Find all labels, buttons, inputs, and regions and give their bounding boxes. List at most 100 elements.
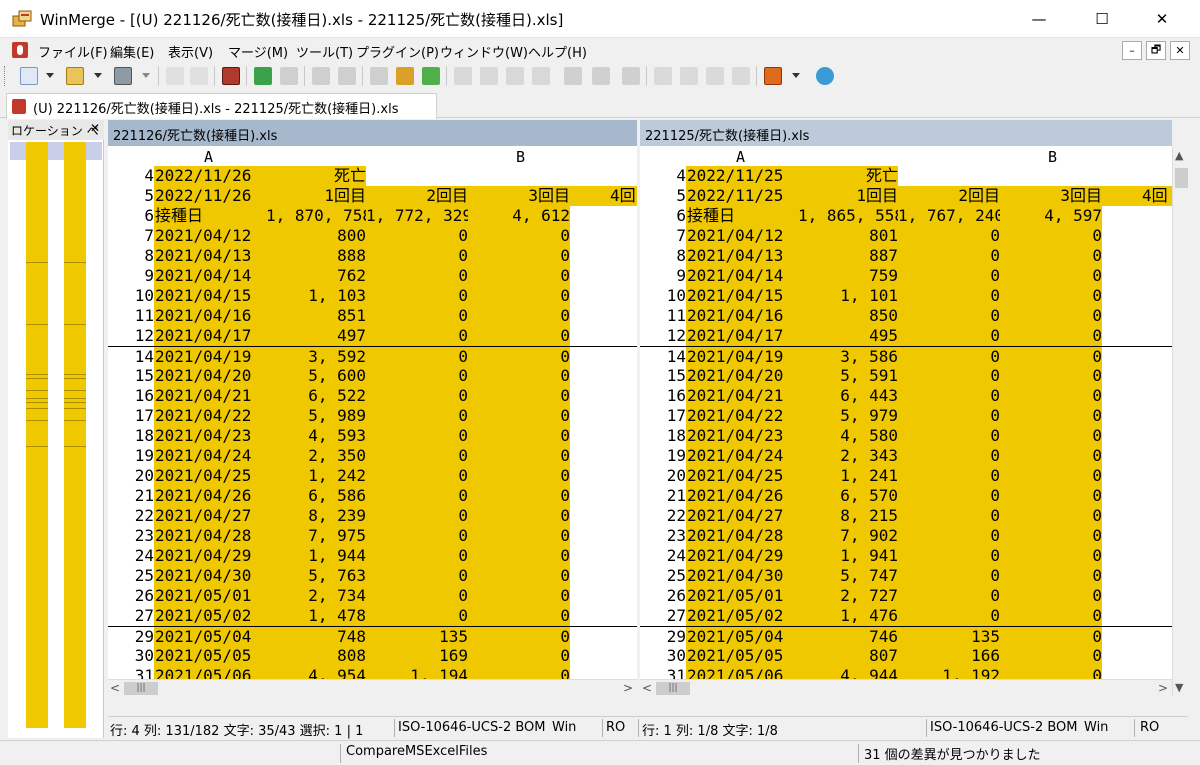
refresh-icon[interactable] (816, 67, 834, 85)
mdi-restore-button[interactable]: 🗗 (1146, 41, 1166, 60)
go-prev-icon[interactable] (680, 67, 698, 85)
table-row[interactable]: 8 2021/04/13 887 0 0 (640, 246, 1172, 266)
scroll-thumb[interactable]: ||| (124, 682, 158, 695)
document-system-menu-icon[interactable] (12, 42, 28, 58)
open-folder-icon[interactable] (66, 67, 84, 85)
go-first-icon[interactable] (654, 67, 672, 85)
table-row[interactable]: 17 2021/04/22 5, 989 0 0 (108, 406, 637, 426)
menu-plugins[interactable]: プラグイン(P) (356, 42, 439, 61)
filter-diff-icon[interactable] (222, 67, 240, 85)
scroll-left-arrow-icon[interactable]: < (110, 681, 120, 695)
table-row[interactable]: 4 2022/11/25 死亡 (640, 166, 1172, 186)
table-row[interactable]: 5 2022/11/25 1回目 2回目 3回目 4回 (640, 186, 1172, 206)
right-diff-pane[interactable]: 221125/死亡数(接種日).xls A B 4 2022/11/25 死亡 5 20… (640, 120, 1172, 696)
all-right-icon[interactable] (564, 67, 582, 85)
next-diff-icon[interactable] (254, 67, 272, 85)
go-last-icon[interactable] (732, 67, 750, 85)
save-icon[interactable] (114, 67, 132, 85)
right-horizontal-scrollbar[interactable]: < ||| > (640, 679, 1172, 696)
prev-conflict-icon[interactable] (422, 67, 440, 85)
location-pane-close-icon[interactable]: ✕ (90, 121, 100, 135)
table-row[interactable]: 10 2021/04/15 1, 103 0 0 (108, 286, 637, 306)
vertical-scroll-thumb[interactable] (1175, 168, 1188, 188)
table-row[interactable]: 21 2021/04/26 6, 570 0 0 (640, 486, 1172, 506)
vertical-scrollbar[interactable]: ▲ ▼ (1172, 146, 1189, 696)
copy-both-icon[interactable] (622, 67, 640, 85)
menu-edit[interactable]: 編集(E) (110, 42, 154, 61)
table-row[interactable]: 20 2021/04/25 1, 242 0 0 (108, 466, 637, 486)
mdi-close-button[interactable]: ✕ (1170, 41, 1190, 60)
mdi-minimize-button[interactable]: – (1122, 41, 1142, 60)
table-row[interactable]: 11 2021/04/16 851 0 0 (108, 306, 637, 326)
scroll-left-arrow-icon[interactable]: < (642, 681, 652, 695)
save-dropdown-arrow-icon[interactable] (142, 73, 150, 78)
table-row[interactable]: 20 2021/04/25 1, 241 0 0 (640, 466, 1172, 486)
close-button[interactable]: ✕ (1139, 0, 1185, 38)
menu-tools[interactable]: ツール(T) (296, 42, 353, 61)
scroll-right-arrow-icon[interactable]: > (1158, 681, 1168, 695)
table-row[interactable]: 26 2021/05/01 2, 734 0 0 (108, 586, 637, 606)
location-bar-left[interactable] (26, 142, 48, 728)
table-row[interactable]: 17 2021/04/22 5, 979 0 0 (640, 406, 1172, 426)
current-diff-icon[interactable] (370, 67, 388, 85)
table-row[interactable]: 30 2021/05/05 808 169 0 (108, 646, 637, 666)
copy-right-advance-icon[interactable] (506, 67, 524, 85)
table-row[interactable]: 9 2021/04/14 762 0 0 (108, 266, 637, 286)
table-row[interactable]: 7 2021/04/12 801 0 0 (640, 226, 1172, 246)
table-row[interactable]: 30 2021/05/05 807 166 0 (640, 646, 1172, 666)
table-row[interactable]: 23 2021/04/28 7, 975 0 0 (108, 526, 637, 546)
table-row[interactable]: 23 2021/04/28 7, 902 0 0 (640, 526, 1172, 546)
table-row[interactable]: 6 接種日 1, 870, 758 1, 772, 329 4, 612 (108, 206, 637, 226)
scroll-down-arrow-icon[interactable]: ▼ (1175, 681, 1183, 694)
table-row[interactable]: 11 2021/04/16 850 0 0 (640, 306, 1172, 326)
prev-diff-icon[interactable] (280, 67, 298, 85)
new-dropdown-arrow-icon[interactable] (46, 73, 54, 78)
table-row[interactable]: 7 2021/04/12 800 0 0 (108, 226, 637, 246)
redo-icon[interactable] (190, 67, 208, 85)
copy-left-icon[interactable] (480, 67, 498, 85)
table-row[interactable]: 15 2021/04/20 5, 591 0 0 (640, 366, 1172, 386)
undo-icon[interactable] (166, 67, 184, 85)
table-row[interactable]: 19 2021/04/24 2, 343 0 0 (640, 446, 1172, 466)
table-row[interactable]: 27 2021/05/02 1, 478 0 0 (108, 606, 637, 626)
scroll-up-arrow-icon[interactable]: ▲ (1175, 149, 1183, 162)
toolbar-grip[interactable] (4, 66, 7, 86)
menu-merge[interactable]: マージ(M) (228, 42, 288, 61)
go-next-icon[interactable] (706, 67, 724, 85)
table-row[interactable]: 14 2021/04/19 3, 586 0 0 (640, 346, 1172, 367)
new-document-icon[interactable] (20, 67, 38, 85)
table-row[interactable]: 18 2021/04/23 4, 593 0 0 (108, 426, 637, 446)
document-tab[interactable]: (U) 221126/死亡数(接種日).xls - 221125/死亡数(接種日… (6, 93, 437, 119)
options-icon[interactable] (764, 67, 782, 85)
table-row[interactable]: 8 2021/04/13 888 0 0 (108, 246, 637, 266)
location-viewport-indicator[interactable] (10, 142, 102, 160)
table-row[interactable]: 24 2021/04/29 1, 944 0 0 (108, 546, 637, 566)
table-row[interactable]: 12 2021/04/17 495 0 0 (640, 326, 1172, 346)
left-horizontal-scrollbar[interactable]: < ||| > (108, 679, 637, 696)
menu-file[interactable]: ファイル(F) (38, 42, 108, 61)
menu-view[interactable]: 表示(V) (168, 42, 213, 61)
next-conflict-icon[interactable] (396, 67, 414, 85)
copy-right-icon[interactable] (454, 67, 472, 85)
table-row[interactable]: 29 2021/05/04 746 135 0 (640, 626, 1172, 647)
table-row[interactable]: 5 2022/11/26 1回目 2回目 3回目 4回 (108, 186, 637, 206)
table-row[interactable]: 25 2021/04/30 5, 763 0 0 (108, 566, 637, 586)
table-row[interactable]: 27 2021/05/02 1, 476 0 0 (640, 606, 1172, 626)
table-row[interactable]: 16 2021/04/21 6, 522 0 0 (108, 386, 637, 406)
first-diff-icon[interactable] (312, 67, 330, 85)
scroll-right-arrow-icon[interactable]: > (623, 681, 633, 695)
table-row[interactable]: 16 2021/04/21 6, 443 0 0 (640, 386, 1172, 406)
options-dropdown-arrow-icon[interactable] (792, 73, 800, 78)
maximize-button[interactable]: ☐ (1079, 0, 1125, 38)
table-row[interactable]: 6 接種日 1, 865, 558 1, 767, 240 4, 597 (640, 206, 1172, 226)
all-left-icon[interactable] (592, 67, 610, 85)
table-row[interactable]: 10 2021/04/15 1, 101 0 0 (640, 286, 1172, 306)
minimize-button[interactable]: — (1016, 0, 1062, 38)
table-row[interactable]: 26 2021/05/01 2, 727 0 0 (640, 586, 1172, 606)
table-row[interactable]: 19 2021/04/24 2, 350 0 0 (108, 446, 637, 466)
menu-help[interactable]: ヘルプ(H) (528, 42, 587, 61)
table-row[interactable]: 4 2022/11/26 死亡 (108, 166, 637, 186)
menu-window[interactable]: ウィンドウ(W) (440, 42, 528, 61)
scroll-thumb[interactable]: ||| (656, 682, 690, 695)
location-bar-right[interactable] (64, 142, 86, 728)
